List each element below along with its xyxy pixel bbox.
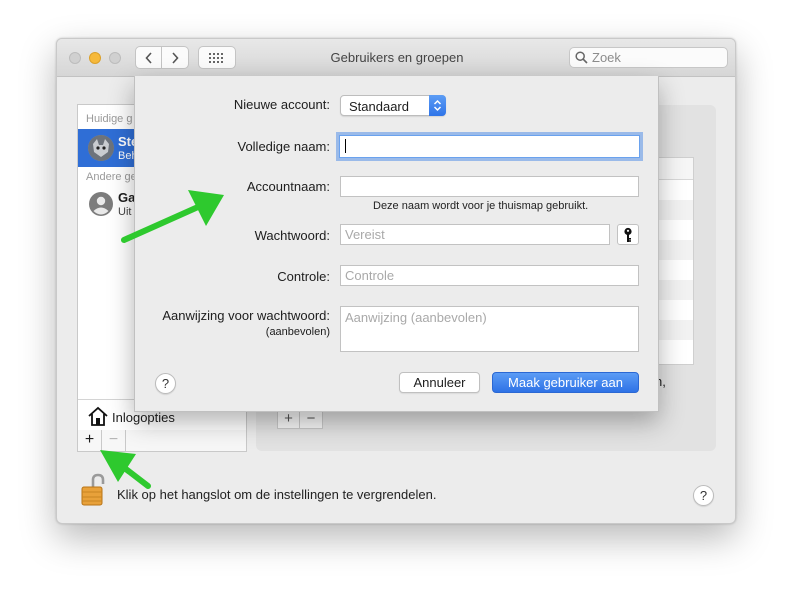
sheet-help-button[interactable]: ? <box>155 373 176 394</box>
house-icon <box>88 406 108 426</box>
back-button[interactable] <box>135 46 162 69</box>
password-label: Wachtwoord: <box>254 228 330 243</box>
search-icon <box>575 51 588 64</box>
account-type-label: Nieuwe account: <box>233 97 330 112</box>
forward-button[interactable] <box>162 46 189 69</box>
password-hint-label: Aanwijzing voor wachtwoord: <box>162 308 330 323</box>
guest-avatar-icon <box>88 191 114 217</box>
verify-label: Controle: <box>277 269 330 284</box>
zoom-window-button[interactable] <box>109 52 121 64</box>
full-name-field[interactable] <box>339 135 640 158</box>
add-item-button[interactable]: + <box>278 410 301 428</box>
account-name-field[interactable] <box>340 176 639 197</box>
full-name-label: Volledige naam: <box>237 139 330 154</box>
show-all-button[interactable] <box>198 46 236 69</box>
user-list-toolbar: + − <box>77 430 247 452</box>
unlocked-padlock-icon <box>81 473 105 506</box>
window-title: Gebruikers en groepen <box>330 50 464 65</box>
lock-button[interactable] <box>81 473 105 510</box>
password-field[interactable] <box>340 224 610 245</box>
account-name-label: Accountnaam: <box>246 179 330 194</box>
login-options-label: Inlogopties <box>112 410 175 425</box>
grid-icon <box>209 52 223 63</box>
new-account-sheet: Nieuwe account: Standaard Volledige naam… <box>134 76 659 412</box>
search-field[interactable] <box>569 47 728 68</box>
help-button[interactable]: ? <box>693 485 714 506</box>
chevron-right-icon <box>172 51 179 64</box>
create-user-button[interactable]: Maak gebruiker aan <box>492 372 639 393</box>
account-name-note: Deze naam wordt voor je thuismap gebruik… <box>373 200 589 212</box>
account-type-popup[interactable]: Standaard <box>340 95 446 116</box>
user-role: Uit <box>118 206 132 218</box>
current-users-heading: Huidige g <box>86 113 133 125</box>
remove-item-button[interactable]: − <box>300 410 322 428</box>
minimize-window-button[interactable] <box>89 52 101 64</box>
login-items-toolbar: + − <box>277 409 323 429</box>
verify-password-field[interactable] <box>340 265 639 286</box>
cancel-button[interactable]: Annuleer <box>399 372 480 393</box>
add-user-button[interactable]: + <box>78 430 102 451</box>
password-hint-sublabel: (aanbevolen) <box>265 326 330 338</box>
text-cursor <box>345 139 346 153</box>
chevron-updown-icon <box>429 95 446 116</box>
password-hint-field[interactable] <box>340 306 639 352</box>
other-users-heading: Andere ge <box>86 171 137 183</box>
account-type-value: Standaard <box>349 99 409 114</box>
lock-instruction-text: Klik op het hangslot om de instellingen … <box>117 487 437 502</box>
avatar <box>88 135 114 161</box>
chevron-left-icon <box>144 51 152 64</box>
password-assistant-button[interactable] <box>617 224 639 245</box>
title-bar: Gebruikers en groepen <box>57 39 735 77</box>
close-window-button[interactable] <box>69 52 81 64</box>
search-input[interactable] <box>592 50 722 65</box>
key-icon <box>624 227 632 242</box>
user-name: Ga <box>118 190 136 205</box>
remove-user-button[interactable]: − <box>102 430 126 451</box>
